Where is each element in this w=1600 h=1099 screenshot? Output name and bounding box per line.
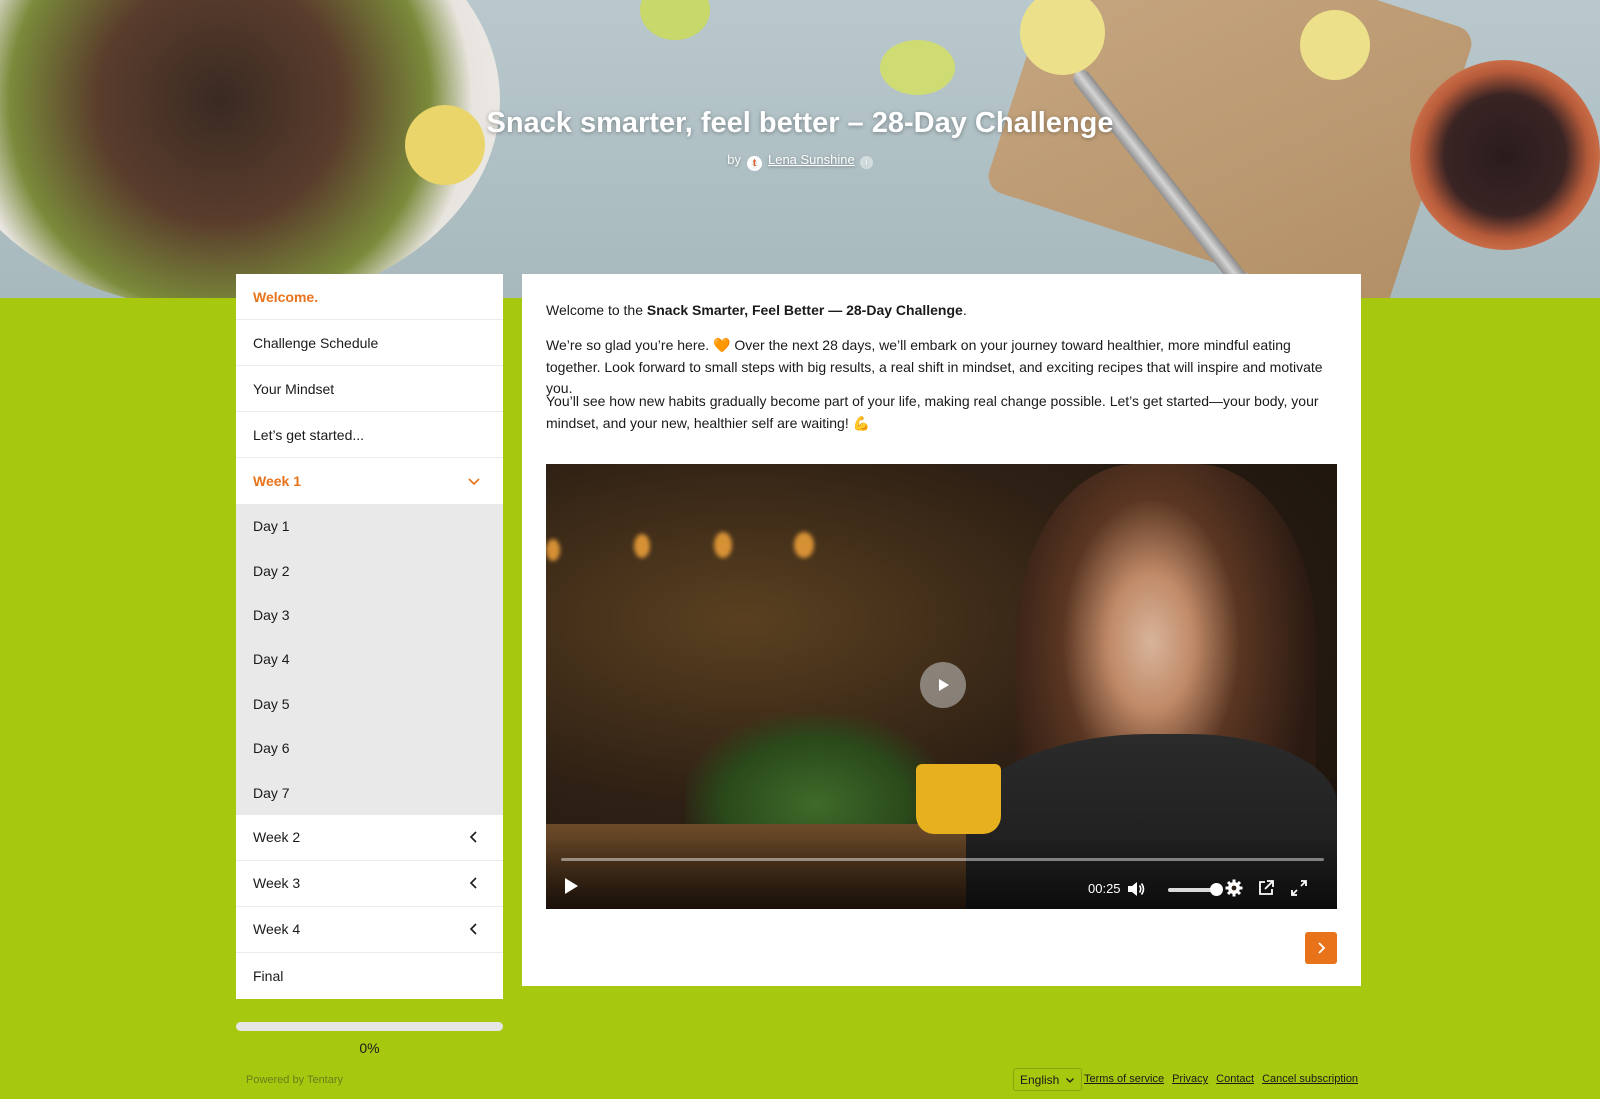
lime-slice — [880, 40, 955, 95]
cancel-subscription-link[interactable]: Cancel subscription — [1262, 1073, 1358, 1085]
bokeh-light — [794, 532, 814, 558]
sidebar-item-challenge-schedule[interactable]: Challenge Schedule — [236, 320, 503, 366]
body-paragraph-1: We’re so glad you’re here. 🧡 Over the ne… — [546, 337, 1323, 396]
video-progress-bar[interactable] — [561, 858, 1324, 861]
powered-by: Powered by Tentary — [246, 1074, 344, 1086]
sidebar-item-week-4[interactable]: Week 4 — [236, 907, 503, 953]
sidebar-item-your-mindset[interactable]: Your Mindset — [236, 366, 503, 412]
sidebar-item-week-1[interactable]: Week 1 — [236, 458, 503, 504]
bokeh-light — [714, 532, 732, 558]
volume-icon — [1128, 882, 1145, 896]
video-controls-bar — [546, 837, 1337, 909]
chevron-left-icon — [469, 923, 477, 935]
sidebar-item-label: Day 3 — [253, 606, 290, 623]
body-paragraph-2: You’ll see how new habits gradually beco… — [546, 393, 1319, 431]
lime-slice — [640, 0, 710, 40]
course-sidebar: Welcome. Challenge Schedule Your Mindset… — [236, 274, 503, 999]
course-progress-label: 0% — [359, 1040, 380, 1056]
sidebar-item-label: Let’s get started... — [253, 426, 365, 443]
sidebar-item-day-6[interactable]: Day 6 — [236, 726, 503, 770]
chevron-left-icon — [469, 831, 477, 843]
sidebar-item-day-3[interactable]: Day 3 — [236, 593, 503, 637]
terms-link[interactable]: Terms of service — [1084, 1073, 1164, 1085]
popout-button[interactable] — [1254, 876, 1278, 900]
sidebar-item-day-1[interactable]: Day 1 — [236, 504, 503, 548]
sidebar-item-day-2[interactable]: Day 2 — [236, 548, 503, 592]
chevron-right-icon — [1318, 942, 1326, 954]
chevron-down-icon — [468, 478, 480, 486]
play-icon — [939, 679, 949, 691]
settings-button[interactable] — [1222, 876, 1246, 900]
video-player[interactable]: 00:25 — [546, 464, 1337, 909]
language-select[interactable]: English — [1013, 1068, 1083, 1091]
intro-paragraph: Welcome to the Snack Smarter, Feel Bette… — [546, 300, 1336, 322]
sidebar-item-label: Final — [253, 967, 284, 984]
course-progress-bar — [236, 1022, 503, 1031]
sidebar-item-label: Welcome. — [253, 288, 319, 305]
intro-suffix: . — [962, 302, 967, 318]
bokeh-light — [634, 534, 650, 558]
lemon-slice — [1300, 10, 1370, 80]
week-1-days: Day 1 Day 2 Day 3 Day 4 Day 5 Day 6 Day … — [236, 504, 503, 815]
sidebar-item-week-2[interactable]: Week 2 — [236, 815, 503, 861]
gear-icon — [1225, 879, 1243, 897]
sidebar-item-label: Week 2 — [253, 829, 301, 846]
fullscreen-icon — [1291, 880, 1307, 896]
lesson-content-card: Welcome to the Snack Smarter, Feel Bette… — [522, 274, 1361, 986]
sidebar-item-label: Day 6 — [253, 740, 290, 757]
footer-links: Terms of service Privacy Contact Cancel … — [1084, 1073, 1358, 1085]
sidebar-item-final[interactable]: Final — [236, 953, 503, 999]
sidebar-item-label: Day 7 — [253, 784, 290, 801]
privacy-link[interactable]: Privacy — [1172, 1073, 1208, 1085]
page-title: Snack smarter, feel better – 28-Day Chal… — [486, 107, 1114, 139]
next-lesson-button[interactable] — [1305, 932, 1337, 964]
sidebar-item-label: Day 1 — [253, 518, 290, 535]
external-link-icon — [1259, 880, 1274, 895]
sidebar-item-label: Week 1 — [253, 473, 301, 489]
sidebar-item-label: Week 3 — [253, 875, 301, 892]
sidebar-item-label: Day 2 — [253, 562, 290, 579]
intro-challenge-name: Snack Smarter, Feel Better — 28-Day Chal… — [646, 302, 963, 318]
intro-prefix: Welcome to the — [546, 302, 647, 318]
sidebar-item-day-5[interactable]: Day 5 — [236, 682, 503, 726]
sidebar-item-label: Challenge Schedule — [253, 334, 379, 351]
chevron-down-icon — [1066, 1077, 1075, 1083]
bokeh-light — [546, 539, 560, 561]
sidebar-item-label: Your Mindset — [253, 380, 335, 397]
sidebar-item-label: Day 5 — [253, 695, 290, 712]
video-mug — [916, 764, 1001, 834]
chevron-left-icon — [469, 877, 477, 889]
info-icon[interactable]: i — [859, 156, 873, 169]
play-overlay-button[interactable] — [920, 662, 966, 708]
sidebar-item-week-3[interactable]: Week 3 — [236, 861, 503, 907]
contact-link[interactable]: Contact — [1216, 1073, 1254, 1085]
author-line: by t Lena Sunshine i — [0, 152, 1600, 171]
volume-button[interactable] — [1125, 877, 1147, 901]
sidebar-item-label: Week 4 — [253, 921, 301, 938]
play-icon — [565, 878, 578, 894]
fullscreen-button[interactable] — [1287, 876, 1311, 900]
play-button[interactable] — [560, 874, 582, 898]
language-select-value: English — [1020, 1072, 1060, 1087]
sidebar-item-welcome[interactable]: Welcome. — [236, 274, 503, 320]
hero-banner: Snack smarter, feel better – 28-Day Chal… — [0, 0, 1600, 298]
sidebar-item-lets-get-started[interactable]: Let’s get started... — [236, 412, 503, 458]
author-link[interactable]: Lena Sunshine — [768, 152, 855, 167]
sidebar-item-day-7[interactable]: Day 7 — [236, 770, 503, 814]
sidebar-item-day-4[interactable]: Day 4 — [236, 637, 503, 681]
author-avatar: t — [746, 156, 762, 171]
by-label: by — [727, 152, 741, 167]
video-time: 00:25 — [1088, 881, 1121, 896]
sidebar-item-label: Day 4 — [253, 651, 290, 668]
